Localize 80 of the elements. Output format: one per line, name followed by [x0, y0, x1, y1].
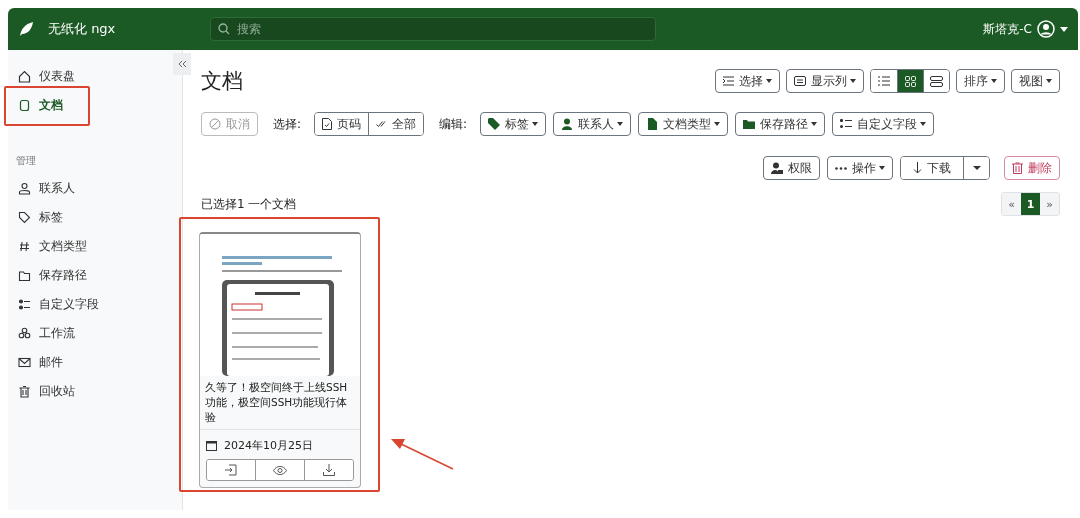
page-title: 文档 [201, 68, 243, 95]
permissions-button[interactable]: 权限 [763, 156, 820, 180]
page-button[interactable]: » [1040, 193, 1059, 215]
document-card[interactable]: 久等了！极空间终于上线SSH功能，极空间SSH功能现行体验 2024年10月25日 [199, 232, 361, 488]
sidebar-item[interactable]: 工作流 [8, 319, 158, 348]
list-icon [723, 76, 734, 86]
download-options-button[interactable] [963, 157, 989, 179]
field-icon [561, 118, 574, 130]
edit-dropdown-button[interactable]: 保存路径 [735, 112, 826, 136]
double-check-icon [376, 120, 388, 128]
ellipsis-icon [835, 166, 847, 170]
edit-dropdown-button[interactable]: 文档类型 [638, 112, 729, 136]
sidebar-item[interactable]: 文档类型 [8, 232, 158, 261]
sidebar-icon [18, 211, 31, 224]
calendar-icon [206, 440, 217, 451]
trash-icon [1012, 162, 1023, 174]
edit-label: 编辑: [439, 115, 468, 133]
caret-icon [972, 166, 981, 170]
list-icon [878, 76, 890, 86]
sidebar-icon [18, 269, 31, 282]
double-chevron-left-icon [177, 60, 187, 68]
search-field[interactable]: 搜索 [210, 17, 656, 41]
field-icon [743, 118, 756, 130]
preview-button[interactable] [255, 460, 304, 480]
app-name: 无纸化 ngx [48, 20, 116, 38]
sidebar-item[interactable]: 文档 [8, 91, 158, 120]
edit-dropdown-button[interactable]: 联系人 [553, 112, 632, 136]
sidebar-item[interactable]: 仪表盘 [8, 62, 158, 91]
delete-button[interactable]: 删除 [1004, 156, 1060, 180]
field-icon [646, 118, 659, 130]
sidebar-icon [18, 385, 31, 398]
sidebar-item[interactable]: 保存路径 [8, 261, 158, 290]
selection-count: 已选择1 一个文档 [201, 195, 297, 213]
view-mode-button[interactable] [923, 70, 949, 92]
enter-icon [225, 464, 237, 476]
page-button[interactable]: « [1002, 193, 1021, 215]
sidebar-item[interactable]: 自定义字段 [8, 290, 158, 319]
user-avatar-icon[interactable] [1037, 20, 1055, 38]
actions-button[interactable]: 操作 [827, 156, 893, 180]
section-title: 管理 [16, 154, 37, 168]
user-name[interactable]: 斯塔克-C [983, 20, 1032, 38]
sidebar-icon [18, 356, 31, 369]
house-icon [18, 70, 31, 83]
sidebar-icon [18, 240, 31, 253]
sidebar-icon [18, 327, 31, 340]
collapse-button[interactable] [173, 53, 191, 75]
select-button[interactable]: 选择 [715, 69, 780, 93]
download-button[interactable] [304, 460, 353, 480]
field-icon [488, 118, 501, 130]
columns-button[interactable]: 显示列 [786, 69, 864, 93]
grid-icon [905, 75, 916, 87]
edit-dropdown-button[interactable]: 自定义字段 [832, 112, 935, 136]
select-option-button[interactable]: 全部 [368, 113, 424, 135]
sidebar-item[interactable]: 邮件 [8, 348, 158, 377]
caret-icon[interactable] [1060, 26, 1068, 32]
view-mode-button[interactable] [897, 70, 923, 92]
field-icon [840, 118, 853, 130]
sidebar-icon [18, 182, 31, 195]
rows-icon [930, 75, 943, 87]
sidebar-icon [18, 298, 31, 311]
sidebar-item[interactable]: 联系人 [8, 174, 158, 203]
document-icon [18, 99, 31, 112]
prohibited-icon [209, 118, 221, 130]
eye-icon [273, 465, 287, 475]
select-label: 选择: [273, 115, 302, 133]
page-button[interactable]: 1 [1021, 193, 1040, 215]
card-icon [794, 76, 806, 86]
annotation-arrow [389, 437, 455, 471]
views-button[interactable]: 视图 [1011, 69, 1060, 93]
document-title[interactable]: 久等了！极空间终于上线SSH功能，极空间SSH功能现行体验 [200, 376, 360, 430]
leaf-logo-icon [18, 21, 34, 37]
sidebar-item[interactable]: 标签 [8, 203, 158, 232]
download-icon [323, 464, 335, 476]
arrow-down-icon [913, 162, 922, 174]
edit-dropdown-button[interactable]: 标签 [480, 112, 547, 136]
user-lock-icon [771, 162, 783, 174]
sidebar-item[interactable]: 回收站 [8, 377, 158, 406]
document-date: 2024年10月25日 [224, 438, 313, 453]
sort-button[interactable]: 排序 [956, 69, 1005, 93]
file-check-icon [322, 118, 333, 130]
